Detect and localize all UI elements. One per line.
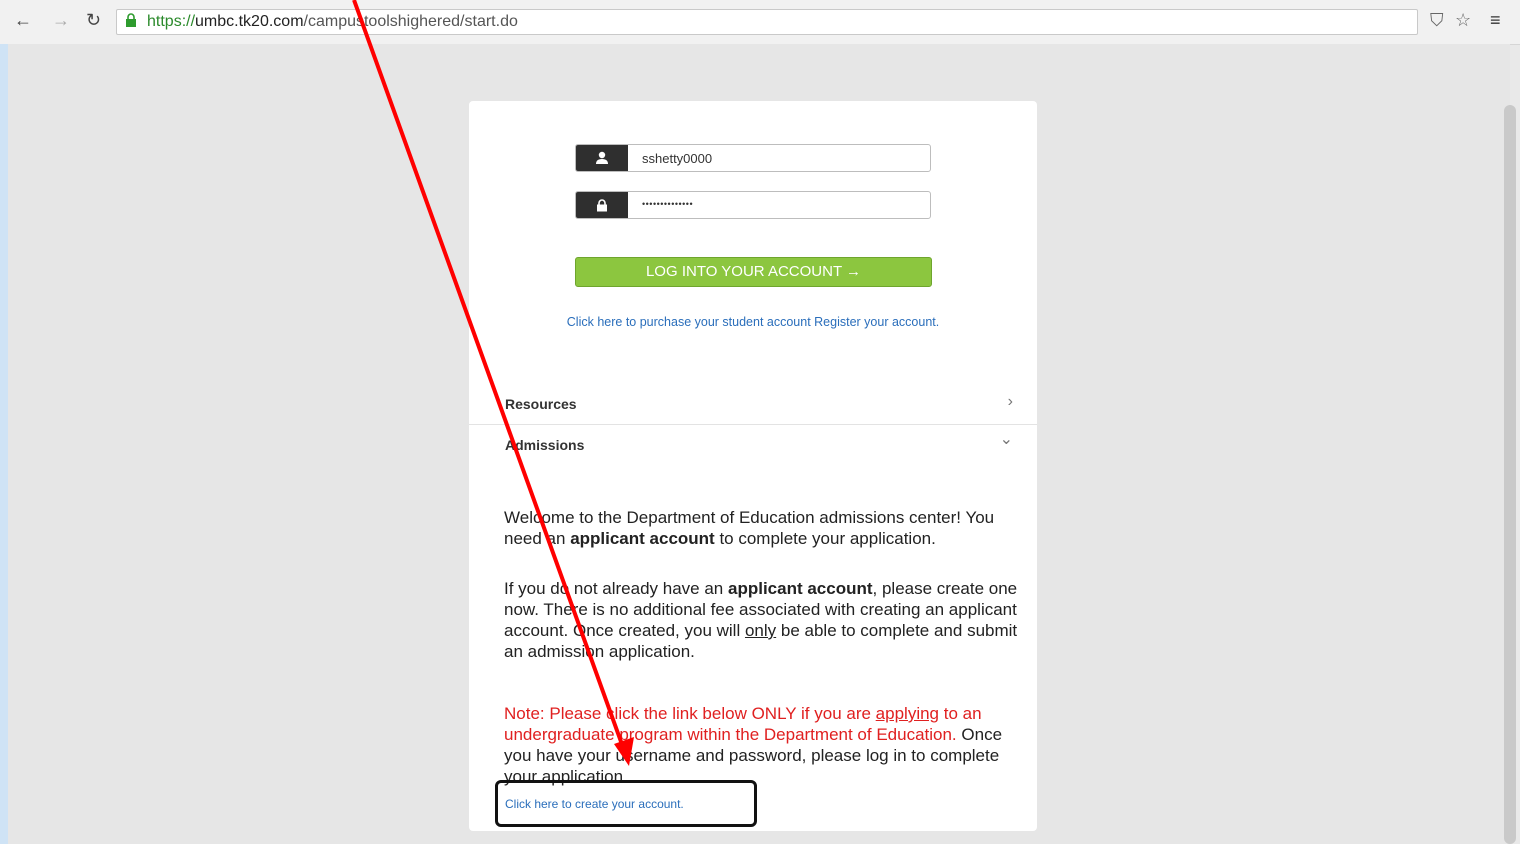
admissions-welcome-text: Welcome to the Department of Education a… xyxy=(504,508,995,548)
arrow-right-icon: → xyxy=(846,263,862,280)
chevron-right-icon: › xyxy=(1007,393,1013,410)
accordion-resources[interactable]: Resources › xyxy=(469,384,1037,424)
window-edge xyxy=(0,44,8,844)
lock-icon xyxy=(126,13,136,27)
back-arrow-icon[interactable]: ← xyxy=(14,10,32,31)
register-account-link[interactable]: Register your account. xyxy=(814,315,939,329)
admissions-info-text: If you do not already have an applicant … xyxy=(504,579,1018,661)
forward-arrow-icon[interactable]: → xyxy=(52,10,70,31)
resources-label: Resources xyxy=(505,396,577,412)
user-icon xyxy=(576,145,628,171)
login-button[interactable]: LOG INTO YOUR ACCOUNT → xyxy=(575,257,932,287)
bookmark-star-icon[interactable]: ☆ xyxy=(1455,10,1471,31)
reload-icon[interactable]: ↻ xyxy=(86,10,101,31)
highlight-box xyxy=(495,780,757,827)
accordion-admissions[interactable]: Admissions ⌄ xyxy=(469,425,1037,465)
password-field[interactable]: •••••••••••••• xyxy=(575,191,931,219)
url-text: https://umbc.tk20.com/campustoolshighere… xyxy=(147,13,518,30)
padlock-icon xyxy=(576,192,628,218)
password-value: •••••••••••••• xyxy=(642,199,694,209)
purchase-account-link[interactable]: Click here to purchase your student acco… xyxy=(567,315,811,329)
account-links: Click here to purchase your student acco… xyxy=(469,315,1037,329)
login-card: sshetty0000 •••••••••••••• LOG INTO YOUR… xyxy=(469,101,1037,831)
username-value: sshetty0000 xyxy=(642,151,713,166)
admissions-label: Admissions xyxy=(505,437,585,453)
username-field[interactable]: sshetty0000 xyxy=(575,144,931,172)
page-scrollbar[interactable] xyxy=(1504,105,1516,844)
admissions-note-text: Note: Please click the link below ONLY i… xyxy=(504,704,1003,786)
shield-icon[interactable]: ⛉ xyxy=(1430,10,1444,31)
browser-toolbar: ← → ↻ https://umbc.tk20.com/campustoolsh… xyxy=(0,0,1520,45)
menu-icon[interactable]: ≡ xyxy=(1490,10,1501,31)
address-bar[interactable]: https://umbc.tk20.com/campustoolshighere… xyxy=(116,9,1418,35)
chevron-down-icon: ⌄ xyxy=(999,431,1013,448)
